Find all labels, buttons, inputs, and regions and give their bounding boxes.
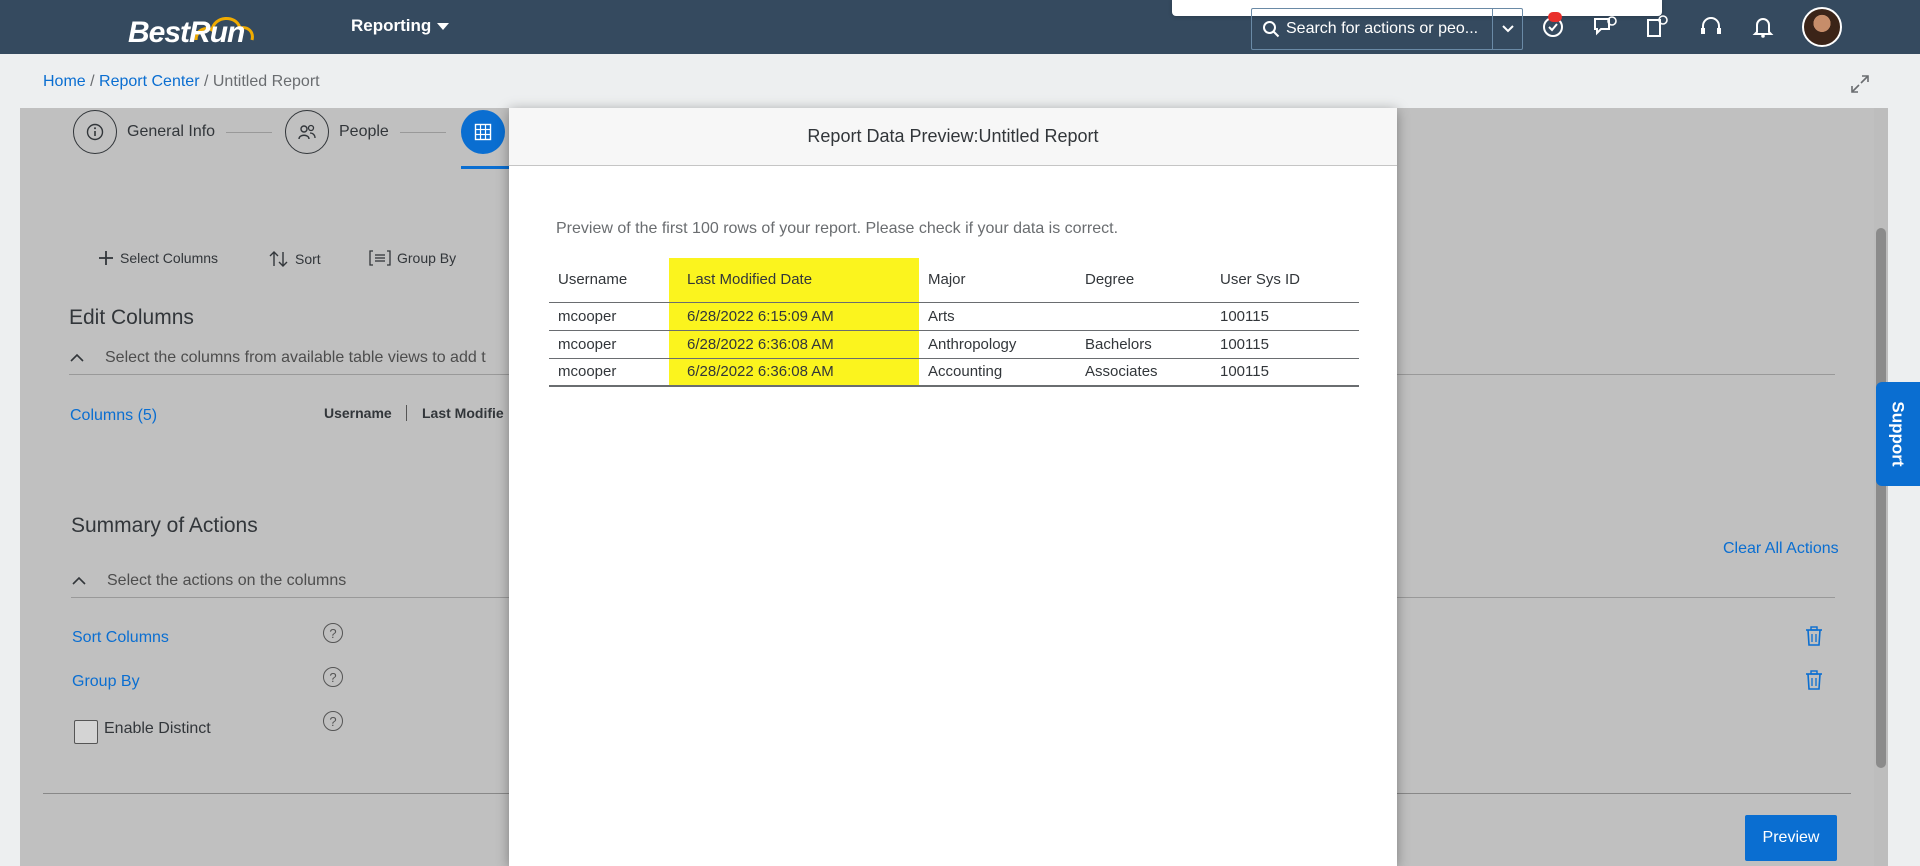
shell-header: BestRun Reporting Search for actions or … [0, 0, 1920, 54]
plus-icon [99, 251, 113, 265]
breadcrumb-report-center[interactable]: Report Center [99, 73, 200, 90]
group-by-label: Group By [397, 250, 457, 266]
edit-columns-subtitle-text: Select the columns from available table … [105, 349, 486, 366]
breadcrumb: Home / Report Center / Untitled Report [43, 73, 320, 91]
trash-icon[interactable] [1805, 626, 1823, 646]
support-headset-icon[interactable] [1698, 14, 1724, 40]
edit-columns-title: Edit Columns [69, 306, 194, 329]
table-grid-icon [474, 123, 492, 141]
table-cell: mcooper [549, 330, 669, 359]
dialog-description: Preview of the first 100 rows of your re… [556, 220, 1119, 237]
active-step-indicator [461, 166, 509, 169]
group-by-link[interactable]: Group By [72, 673, 140, 691]
step-table-icon[interactable] [461, 110, 505, 154]
table-cell: Anthropology [919, 330, 1076, 359]
table-cell-highlighted: 6/28/2022 6:36:08 AM [669, 358, 919, 387]
feedback-chat-icon[interactable] [1592, 14, 1618, 40]
summary-title: Summary of Actions [71, 514, 258, 537]
table-header-row: Username Last Modified Date Major Degree… [549, 258, 1359, 303]
caret-down-icon [437, 22, 450, 30]
support-tab[interactable]: Support [1876, 382, 1920, 486]
search-scope-dropdown[interactable] [1492, 9, 1522, 49]
chevron-up-icon[interactable] [69, 353, 85, 363]
info-icon [73, 110, 117, 154]
breadcrumb-home[interactable]: Home [43, 73, 86, 90]
enable-distinct-checkbox[interactable] [74, 720, 98, 744]
sort-columns-link[interactable]: Sort Columns [72, 629, 169, 647]
group-by-button[interactable]: Group By [369, 250, 456, 266]
bell-icon[interactable] [1750, 14, 1776, 40]
columns-count-link[interactable]: Columns (5) [70, 407, 157, 425]
trash-icon[interactable] [1805, 670, 1823, 690]
step-label: General Info [127, 123, 216, 140]
logo-text: BestRun [128, 16, 245, 49]
people-connect-icon[interactable] [1644, 14, 1670, 40]
preview-button[interactable]: Preview [1745, 815, 1837, 861]
page-scrollbar-thumb[interactable] [1876, 228, 1886, 768]
help-icon[interactable]: ? [323, 667, 343, 687]
chevron-up-icon[interactable] [71, 576, 87, 586]
support-label: Support [1889, 401, 1908, 467]
select-columns-button[interactable]: Select Columns [98, 250, 218, 266]
table-cell-highlighted: 6/28/2022 6:36:08 AM [669, 330, 919, 359]
breadcrumb-current: Untitled Report [212, 73, 320, 90]
search-input[interactable]: Search for actions or peo... [1251, 8, 1523, 50]
table-cell-highlighted: 6/28/2022 6:15:09 AM [669, 302, 919, 331]
table-cell: Bachelors [1076, 330, 1211, 359]
reporting-menu-label: Reporting [351, 16, 432, 35]
help-icon[interactable]: ? [323, 711, 343, 731]
table-row: mcooper 6/28/2022 6:36:08 AM Anthropolog… [549, 330, 1359, 359]
sort-label: Sort [295, 251, 321, 267]
reporting-menu[interactable]: Reporting [351, 16, 450, 36]
chevron-down-icon [1501, 25, 1514, 33]
table-cell: mcooper [549, 358, 669, 387]
step-label: People [339, 123, 389, 140]
column-chip-username[interactable]: Username [324, 405, 392, 421]
summary-subtitle-text: Select the actions on the columns [107, 572, 347, 589]
column-header: Degree [1076, 258, 1211, 303]
people-icon [285, 110, 329, 154]
table-cell [1076, 302, 1211, 331]
breadcrumb-separator: / [85, 73, 100, 90]
table-row: mcooper 6/28/2022 6:36:08 AM Accounting … [549, 358, 1359, 387]
select-columns-label: Select Columns [120, 250, 219, 266]
table-cell: 100115 [1211, 330, 1359, 359]
fullscreen-icon[interactable] [1850, 74, 1870, 94]
dialog-title: Report Data Preview:Untitled Report [509, 108, 1397, 166]
summary-subtitle: Select the actions on the columns [71, 572, 346, 590]
table-cell: Accounting [919, 358, 1076, 387]
user-avatar[interactable] [1802, 7, 1842, 47]
edit-columns-subtitle: Select the columns from available table … [69, 349, 486, 367]
report-preview-dialog: Report Data Preview:Untitled Report Prev… [509, 108, 1397, 866]
step-connector [400, 132, 446, 133]
notification-badge [1548, 12, 1562, 22]
column-header-highlighted: Last Modified Date [669, 258, 919, 303]
table-cell: 100115 [1211, 302, 1359, 331]
search-icon [1263, 21, 1280, 38]
column-chip-separator [406, 405, 407, 421]
search-placeholder: Search for actions or peo... [1286, 20, 1479, 37]
column-chip-last-modified[interactable]: Last Modifie [422, 405, 504, 421]
sort-button[interactable]: Sort [269, 250, 321, 268]
table-cell: Associates [1076, 358, 1211, 387]
column-header: User Sys ID [1211, 258, 1359, 303]
group-by-icon [369, 250, 391, 266]
column-header: Username [549, 258, 669, 303]
step-connector [226, 132, 272, 133]
enable-distinct-label: Enable Distinct [104, 720, 211, 737]
sort-arrows-icon [269, 251, 288, 267]
preview-table: Username Last Modified Date Major Degree… [549, 258, 1359, 387]
step-general-info[interactable]: General Info [73, 110, 215, 154]
table-row: mcooper 6/28/2022 6:15:09 AM Arts 100115 [549, 302, 1359, 331]
company-logo[interactable]: BestRun [128, 6, 278, 50]
table-cell: mcooper [549, 302, 669, 331]
help-icon[interactable]: ? [323, 623, 343, 643]
table-cell: Arts [919, 302, 1076, 331]
table-cell: 100115 [1211, 358, 1359, 387]
clear-all-actions-link[interactable]: Clear All Actions [1723, 540, 1839, 558]
step-people[interactable]: People [285, 110, 389, 154]
breadcrumb-separator: / [199, 73, 213, 90]
column-header: Major [919, 258, 1076, 303]
